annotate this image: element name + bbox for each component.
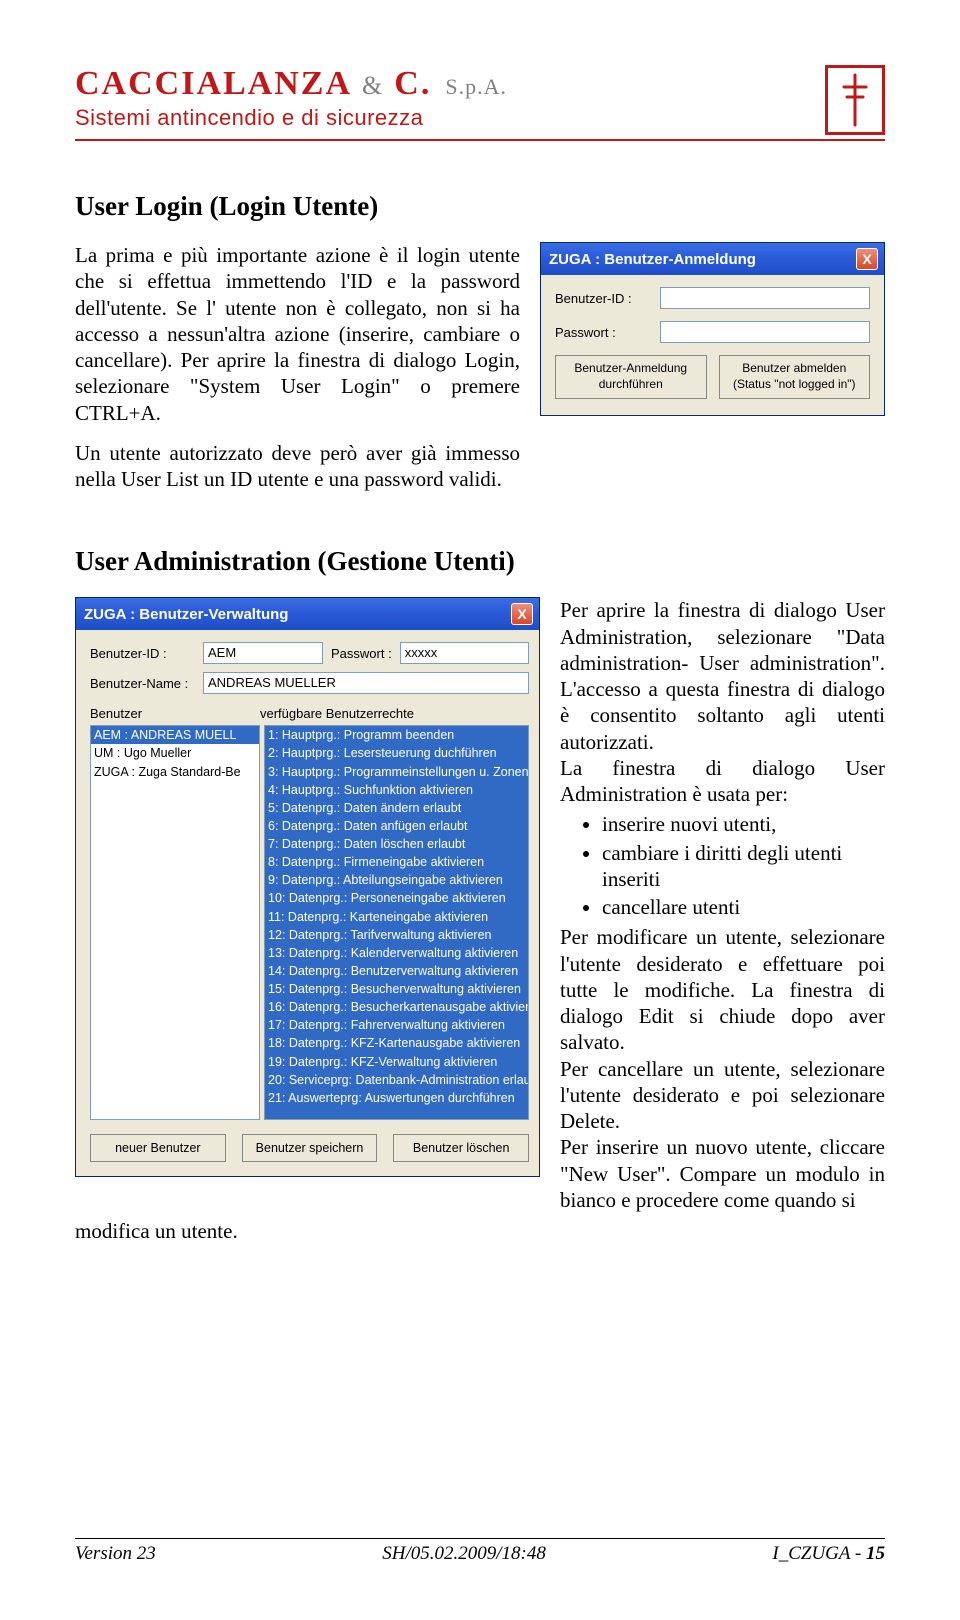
- list-item[interactable]: 2: Hauptprg.: Lesersteuerung duchführen: [268, 744, 525, 762]
- brand-block: CACCIALANZA & C. S.p.A. Sistemi antincen…: [75, 65, 507, 131]
- new-user-button[interactable]: neuer Benutzer: [90, 1134, 226, 1162]
- login-id-input[interactable]: [660, 287, 870, 309]
- section2-p5: Per inserire un nuovo utente, cliccare "…: [560, 1135, 885, 1212]
- login-submit-button[interactable]: Benutzer-Anmeldung durchführen: [555, 355, 707, 399]
- admin-id-input[interactable]: AEM: [203, 642, 323, 664]
- list-item[interactable]: 5: Datenprg.: Daten ändern erlaubt: [268, 799, 525, 817]
- section2-li3: cancellare utenti: [602, 894, 885, 920]
- list-item[interactable]: AEM : ANDREAS MUELL: [91, 726, 259, 744]
- list-item[interactable]: UM : Ugo Mueller: [91, 744, 259, 762]
- brand-ampersand: &: [358, 71, 388, 100]
- brand-logo-icon: [825, 65, 885, 135]
- page-header: CACCIALANZA & C. S.p.A. Sistemi antincen…: [75, 65, 885, 135]
- list-item[interactable]: 7: Datenprg.: Daten löschen erlaubt: [268, 835, 525, 853]
- close-icon[interactable]: X: [856, 248, 878, 270]
- logout-button[interactable]: Benutzer abmelden (Status "not logged in…: [719, 355, 871, 399]
- list-item[interactable]: 21: Auswerteprg: Auswertungen durchführe…: [268, 1089, 525, 1107]
- admin-pw-label: Passwort :: [331, 646, 392, 661]
- admin-users-header: Benutzer: [90, 706, 260, 721]
- user-admin-title: ZUGA : Benutzer-Verwaltung: [84, 606, 288, 623]
- admin-id-label: Benutzer-ID :: [90, 646, 195, 661]
- section2-title: User Administration (Gestione Utenti): [75, 546, 885, 577]
- login-pw-input[interactable]: [660, 321, 870, 343]
- login-dialog-titlebar[interactable]: ZUGA : Benutzer-Anmeldung X: [541, 243, 884, 275]
- section2-text: Per aprire la finestra di dialogo User A…: [560, 597, 885, 1213]
- user-admin-titlebar[interactable]: ZUGA : Benutzer-Verwaltung X: [76, 598, 539, 630]
- list-item[interactable]: 10: Datenprg.: Personeneingabe aktiviere…: [268, 889, 525, 907]
- footer-page: I_CZUGA - 15: [772, 1543, 885, 1565]
- admin-rights-header: verfügbare Benutzerrechte: [260, 706, 529, 721]
- list-item[interactable]: 8: Datenprg.: Firmeneingabe aktivieren: [268, 853, 525, 871]
- list-item[interactable]: 1: Hauptprg.: Programm beenden: [268, 726, 525, 744]
- list-item[interactable]: 9: Datenprg.: Abteilungseingabe aktivier…: [268, 871, 525, 889]
- list-item[interactable]: 19: Datenprg.: KFZ-Verwaltung aktivieren: [268, 1053, 525, 1071]
- list-item[interactable]: 3: Hauptprg.: Programmeinstellungen u. Z…: [268, 763, 525, 781]
- list-item[interactable]: 16: Datenprg.: Besucherkartenausgabe akt…: [268, 998, 525, 1016]
- admin-users-listbox[interactable]: AEM : ANDREAS MUELL UM : Ugo Mueller ZUG…: [90, 725, 260, 1120]
- section1-title: User Login (Login Utente): [75, 191, 885, 222]
- section2-p4: Per cancellare un utente, selezionare l'…: [560, 1057, 885, 1134]
- brand-name: CACCIALANZA: [75, 65, 352, 102]
- list-item[interactable]: ZUGA : Zuga Standard-Be: [91, 763, 259, 781]
- brand-spa: S.p.A.: [437, 74, 507, 99]
- login-id-label: Benutzer-ID :: [555, 291, 660, 306]
- list-item[interactable]: 13: Datenprg.: Kalenderverwaltung aktivi…: [268, 944, 525, 962]
- admin-rights-listbox[interactable]: 1: Hauptprg.: Programm beenden 2: Hauptp…: [264, 725, 529, 1120]
- brand-subtitle: Sistemi antincendio e di sicurezza: [75, 105, 507, 131]
- brand-co: C.: [394, 65, 431, 102]
- login-dialog: ZUGA : Benutzer-Anmeldung X Benutzer-ID …: [540, 242, 885, 416]
- header-divider: [75, 139, 885, 141]
- list-item[interactable]: 20: Serviceprg: Datenbank-Administration…: [268, 1071, 525, 1089]
- list-item[interactable]: 4: Hauptprg.: Suchfunktion aktivieren: [268, 781, 525, 799]
- section1-text: La prima e più importante azione è il lo…: [75, 242, 520, 506]
- footer-timestamp: SH/05.02.2009/18:48: [382, 1543, 546, 1565]
- user-admin-dialog: ZUGA : Benutzer-Verwaltung X Benutzer-ID…: [75, 597, 540, 1177]
- list-item[interactable]: 6: Datenprg.: Daten anfügen erlaubt: [268, 817, 525, 835]
- section2-p3: Per modificare un utente, selezionare l'…: [560, 925, 885, 1054]
- footer-divider: [75, 1538, 885, 1540]
- admin-pw-input[interactable]: xxxxx: [400, 642, 529, 664]
- section2-li2: cambiare i diritti degli utenti inseriti: [602, 840, 885, 893]
- admin-name-label: Benutzer-Name :: [90, 676, 195, 691]
- list-item[interactable]: 11: Datenprg.: Karteneingabe aktivieren: [268, 908, 525, 926]
- close-icon[interactable]: X: [511, 603, 533, 625]
- list-item[interactable]: 17: Datenprg.: Fahrerverwaltung aktivier…: [268, 1016, 525, 1034]
- section1-p2: Un utente autorizzato deve però aver già…: [75, 440, 520, 493]
- list-item[interactable]: 18: Datenprg.: KFZ-Kartenausgabe aktivie…: [268, 1034, 525, 1052]
- login-pw-label: Passwort :: [555, 325, 660, 340]
- page-footer: Version 23 SH/05.02.2009/18:48 I_CZUGA -…: [75, 1538, 885, 1566]
- delete-user-button[interactable]: Benutzer löschen: [393, 1134, 529, 1162]
- section1-p1: La prima e più importante azione è il lo…: [75, 242, 520, 426]
- section2-p1: Per aprire la finestra di dialogo User A…: [560, 598, 885, 753]
- section2-trailing: modifica un utente.: [75, 1219, 885, 1244]
- admin-name-input[interactable]: ANDREAS MUELLER: [203, 672, 529, 694]
- footer-pagenum: 15: [866, 1543, 885, 1564]
- save-user-button[interactable]: Benutzer speichern: [242, 1134, 378, 1162]
- login-dialog-title: ZUGA : Benutzer-Anmeldung: [549, 251, 756, 268]
- section2-li1: inserire nuovi utenti,: [602, 811, 885, 837]
- list-item[interactable]: 14: Datenprg.: Benutzerverwaltung aktivi…: [268, 962, 525, 980]
- footer-doc: I_CZUGA: [772, 1543, 850, 1564]
- footer-version: Version 23: [75, 1543, 156, 1565]
- list-item[interactable]: 15: Datenprg.: Besucherverwaltung aktivi…: [268, 980, 525, 998]
- section2-p2a: La finestra di dialogo User Administrati…: [560, 756, 885, 806]
- list-item[interactable]: 12: Datenprg.: Tarifverwaltung aktiviere…: [268, 926, 525, 944]
